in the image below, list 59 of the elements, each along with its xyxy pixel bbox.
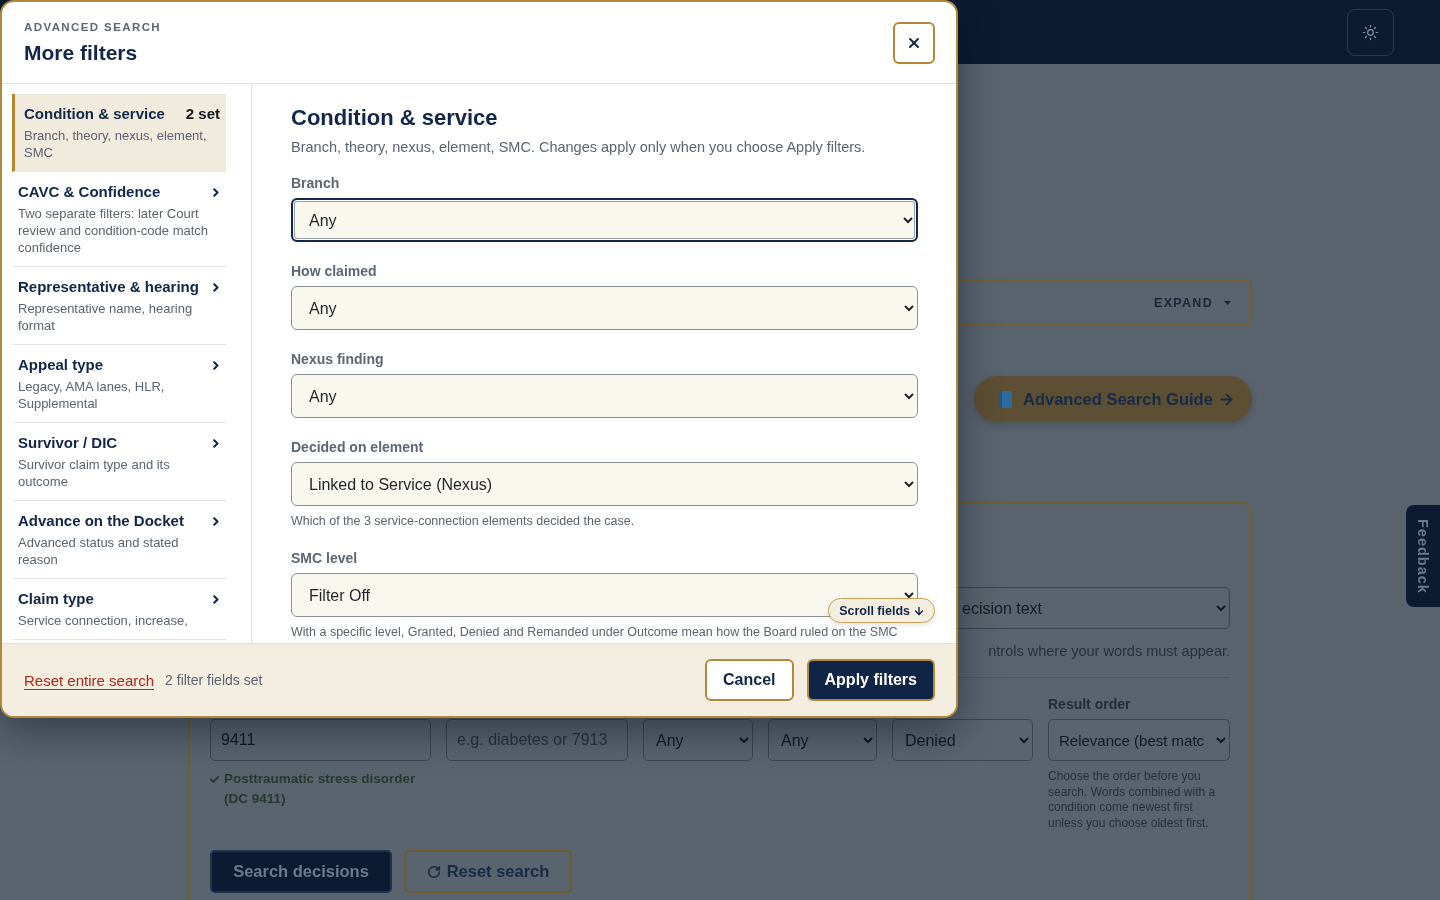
chevron-right-icon xyxy=(213,360,219,370)
section-title: Condition & service xyxy=(24,104,165,124)
chevron-right-icon xyxy=(213,282,219,292)
caret-down-icon xyxy=(1224,300,1231,305)
apply-button[interactable]: Apply filters xyxy=(806,659,935,701)
dropdown-field[interactable]: Linked to Service (Nexus) xyxy=(291,462,918,506)
section-description: Advanced status and stated reason xyxy=(18,534,180,568)
filter-section-tab[interactable]: Condition & service 2 set Branch, theory, nexus, element, SMC xyxy=(12,94,226,172)
field-label: Branch xyxy=(291,174,341,192)
field-label: Nexus finding xyxy=(291,350,385,368)
dropdown-field[interactable]: Any xyxy=(291,198,918,242)
section-description: Legacy, AMA lanes, HLR, Supplemental xyxy=(18,378,166,412)
refresh-icon xyxy=(426,864,441,879)
book-icon xyxy=(999,390,1012,408)
filter-status: 2 filter fields set xyxy=(165,672,263,688)
section-description: Branch, theory, nexus, element, SMC xyxy=(24,127,208,161)
filter-section-tab[interactable]: Survivor / DIC Survivor claim type and its outcome xyxy=(12,423,226,501)
dropdown-field[interactable]: Any xyxy=(291,286,918,330)
section-description: Two separate filters: later Court review and condition-code match confidence xyxy=(18,205,210,256)
filter-section-tab[interactable]: Advance on the Docket Advanced status and stated reason xyxy=(12,501,226,579)
section-description: Service connection, increase, xyxy=(18,612,189,629)
chevron-right-icon xyxy=(213,438,219,448)
close-button[interactable] xyxy=(893,21,935,64)
field-label: How claimed xyxy=(291,262,378,280)
chevron-right-icon xyxy=(213,516,219,526)
filter-section-tab[interactable]: Representative & hearing Representative name, hearing format xyxy=(12,267,226,345)
chevron-right-icon xyxy=(213,594,219,604)
section-title: Representative & hearing xyxy=(18,277,199,297)
section-title: Appeal type xyxy=(18,355,104,375)
scroll-fields-button[interactable]: Scroll fields xyxy=(828,598,935,623)
section-title: Claim type xyxy=(18,589,94,609)
sun-icon xyxy=(1362,23,1379,41)
search-button[interactable]: Search decisions xyxy=(210,850,392,893)
field-hint: With a specific level, Granted, Denied and Remanded under Outcome mean how the Board ruled on the SMC xyxy=(291,624,899,640)
field-hint: Which of the 3 service-connection elements decided the case. xyxy=(291,513,636,529)
reset-search-link[interactable]: Reset entire search xyxy=(24,671,155,689)
section-heading: Condition & service xyxy=(291,105,499,131)
check-icon xyxy=(210,776,219,783)
dropdown-field[interactable]: Any xyxy=(291,374,918,418)
dialog-eyebrow: ADVANCED SEARCH xyxy=(24,19,162,34)
field-label: Decided on element xyxy=(291,438,425,456)
dialog-title: More filters xyxy=(24,39,139,66)
theme-toggle-button[interactable] xyxy=(1347,8,1394,56)
section-title: Advance on the Docket xyxy=(18,511,184,531)
chevron-right-icon xyxy=(213,187,219,197)
field-label: SMC level xyxy=(291,549,359,567)
section-title: Survivor / DIC xyxy=(18,433,118,453)
feedback-tab[interactable]: Feedback xyxy=(1406,505,1440,607)
section-description: Survivor claim type and its outcome xyxy=(18,456,171,490)
set-count: 2 set xyxy=(185,104,220,124)
section-description: Representative name, hearing format xyxy=(18,300,194,334)
section-title: CAVC & Confidence xyxy=(18,182,161,202)
cancel-button[interactable]: Cancel xyxy=(705,659,794,701)
arrow-down-icon xyxy=(913,604,925,617)
filter-section-tab[interactable]: CAVC & Confidence Two separate filters: later Court review and condition-code match confidence xyxy=(12,172,226,267)
filter-section-tab[interactable]: Appeal type Legacy, AMA lanes, HLR, Supplemental xyxy=(12,345,226,423)
matched-condition: Posttraumatic stress disorder (DC 9411) xyxy=(224,770,417,808)
section-intro: Branch, theory, nexus, element, SMC. Changes apply only when you choose Apply filters. xyxy=(291,138,867,157)
filter-section-tab[interactable]: Claim type Service connection, increase, xyxy=(12,579,226,640)
